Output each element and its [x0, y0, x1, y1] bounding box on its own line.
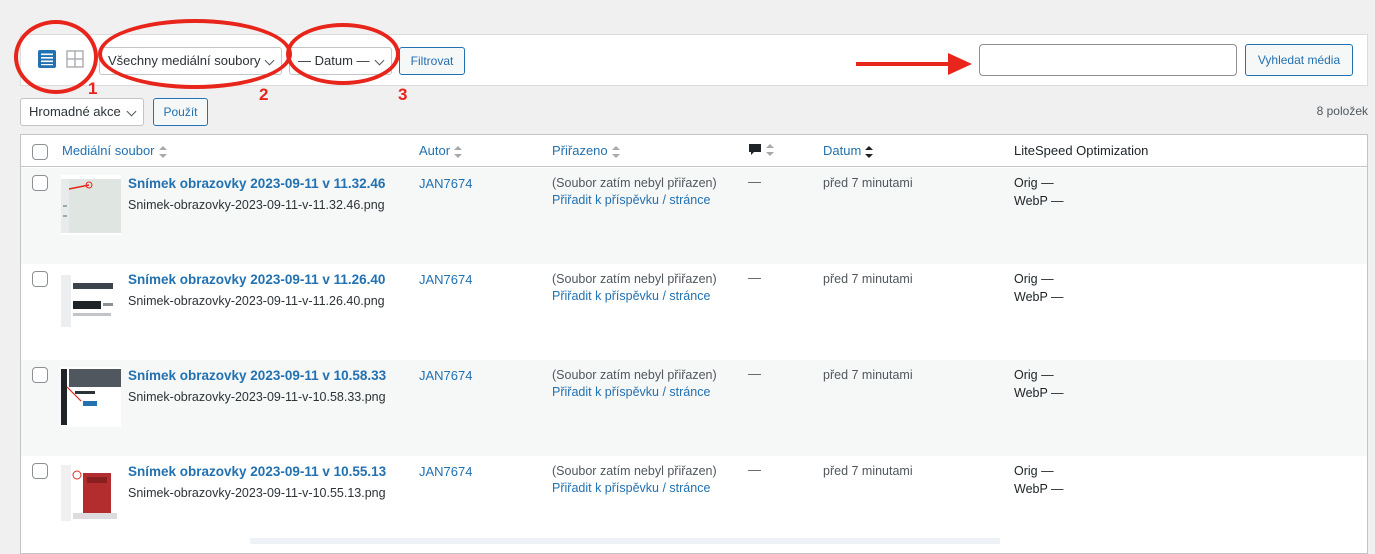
apply-button[interactable]: Použít	[153, 98, 208, 126]
media-filename: Snimek-obrazovky-2023-09-11-v-10.58.33.p…	[128, 390, 386, 404]
author-link[interactable]: JAN7674	[419, 464, 472, 479]
litespeed-webp: WebP —	[1014, 290, 1064, 304]
item-count: 8 položek	[1316, 104, 1368, 118]
annotation-arrow	[856, 62, 954, 66]
comments-count: —	[748, 174, 761, 189]
author-link[interactable]: JAN7674	[419, 176, 472, 191]
column-header-attached[interactable]: Přiřazeno	[552, 143, 620, 158]
date-value: před 7 minutami	[823, 368, 913, 382]
media-thumbnail[interactable]	[61, 175, 121, 235]
sort-icon	[766, 143, 774, 156]
arrow-right-icon	[948, 53, 972, 75]
media-title-link[interactable]: Snímek obrazovky 2023-09-11 v 11.26.40	[128, 272, 385, 287]
comments-count: —	[748, 366, 761, 381]
date-value: před 7 minutami	[823, 464, 913, 478]
grid-view-icon[interactable]	[65, 49, 85, 69]
media-filename: Snimek-obrazovky-2023-09-11-v-11.26.40.p…	[128, 294, 385, 308]
chevron-down-icon	[374, 55, 385, 66]
media-thumbnail[interactable]	[61, 463, 121, 523]
litespeed-orig: Orig —	[1014, 176, 1054, 190]
search-media-button[interactable]: Vyhledat média	[1245, 44, 1353, 76]
media-title-link[interactable]: Snímek obrazovky 2023-09-11 v 10.58.33	[128, 368, 386, 383]
page-bottom-edge	[250, 538, 1000, 544]
table-row: Snímek obrazovky 2023-09-11 v 11.32.46 Sn…	[21, 168, 1367, 264]
litespeed-webp: WebP —	[1014, 482, 1064, 496]
row-checkbox[interactable]	[32, 175, 48, 191]
attach-link[interactable]: Přiřadit k příspěvku / stránce	[552, 481, 710, 495]
litespeed-orig: Orig —	[1014, 272, 1054, 286]
column-header-attached-label: Přiřazeno	[552, 143, 608, 158]
column-header-file-label: Mediální soubor	[62, 143, 155, 158]
row-checkbox[interactable]	[32, 463, 48, 479]
media-filename: Snimek-obrazovky-2023-09-11-v-10.55.13.p…	[128, 486, 386, 500]
sort-icon	[454, 145, 463, 158]
chevron-down-icon	[126, 106, 137, 117]
comment-icon	[749, 143, 761, 155]
attached-status: (Soubor zatím nebyl přiřazen)	[552, 464, 717, 478]
annotation-number-3: 3	[398, 85, 408, 104]
bulk-actions-select[interactable]: Hromadné akce	[20, 98, 144, 126]
attach-link[interactable]: Přiřadit k příspěvku / stránce	[552, 289, 710, 303]
author-link[interactable]: JAN7674	[419, 368, 472, 383]
bulk-actions-value: Hromadné akce	[29, 104, 121, 119]
media-title-link[interactable]: Snímek obrazovky 2023-09-11 v 10.55.13	[128, 464, 386, 479]
column-header-file[interactable]: Mediální soubor	[62, 143, 167, 158]
litespeed-webp: WebP —	[1014, 194, 1064, 208]
comments-count: —	[748, 462, 761, 477]
table-row: Snímek obrazovky 2023-09-11 v 10.58.33 Sn…	[21, 360, 1367, 456]
column-header-date[interactable]: Datum	[823, 143, 874, 158]
date-value: před 7 minutami	[823, 272, 913, 286]
date-value: před 7 minutami	[823, 176, 913, 190]
row-checkbox[interactable]	[32, 271, 48, 287]
column-header-litespeed: LiteSpeed Optimization	[1014, 143, 1149, 158]
chevron-down-icon	[264, 55, 275, 66]
select-all-checkbox[interactable]	[32, 144, 48, 160]
column-header-author[interactable]: Autor	[419, 143, 463, 158]
date-filter[interactable]: — Datum —	[289, 47, 392, 75]
attached-status: (Soubor zatím nebyl přiřazen)	[552, 368, 717, 382]
column-header-comments[interactable]	[748, 141, 774, 157]
author-link[interactable]: JAN7674	[419, 272, 472, 287]
annotation-number-2: 2	[259, 85, 269, 104]
table-header: Mediální soubor Autor Přiřazeno Datum Li…	[21, 135, 1367, 167]
column-header-author-label: Autor	[419, 143, 451, 158]
media-filename: Snimek-obrazovky-2023-09-11-v-11.32.46.p…	[128, 198, 385, 212]
sort-icon	[158, 145, 167, 158]
media-toolbar: Všechny mediální soubory — Datum — Filtr…	[20, 34, 1368, 86]
media-thumbnail[interactable]	[61, 367, 121, 427]
media-title-link[interactable]: Snímek obrazovky 2023-09-11 v 11.32.46	[128, 176, 385, 191]
litespeed-orig: Orig —	[1014, 464, 1054, 478]
attach-link[interactable]: Přiřadit k příspěvku / stránce	[552, 385, 710, 399]
column-header-date-label: Datum	[823, 143, 862, 158]
sort-icon	[611, 145, 620, 158]
media-table: Mediální soubor Autor Přiřazeno Datum Li…	[20, 134, 1368, 554]
litespeed-webp: WebP —	[1014, 386, 1064, 400]
search-input[interactable]	[979, 44, 1237, 76]
filter-button[interactable]: Filtrovat	[399, 47, 465, 75]
media-type-filter-value: Všechny mediální soubory	[108, 53, 261, 68]
annotation-number-1: 1	[88, 79, 98, 98]
list-view-icon[interactable]	[37, 49, 57, 69]
attached-status: (Soubor zatím nebyl přiřazen)	[552, 272, 717, 286]
media-type-filter[interactable]: Všechny mediální soubory	[99, 47, 282, 75]
litespeed-orig: Orig —	[1014, 368, 1054, 382]
date-filter-value: — Datum —	[298, 53, 370, 68]
table-row: Snímek obrazovky 2023-09-11 v 11.26.40 Sn…	[21, 264, 1367, 360]
sort-icon	[865, 145, 874, 158]
attached-status: (Soubor zatím nebyl přiřazen)	[552, 176, 717, 190]
media-thumbnail[interactable]	[61, 271, 121, 331]
row-checkbox[interactable]	[32, 367, 48, 383]
comments-count: —	[748, 270, 761, 285]
attach-link[interactable]: Přiřadit k příspěvku / stránce	[552, 193, 710, 207]
